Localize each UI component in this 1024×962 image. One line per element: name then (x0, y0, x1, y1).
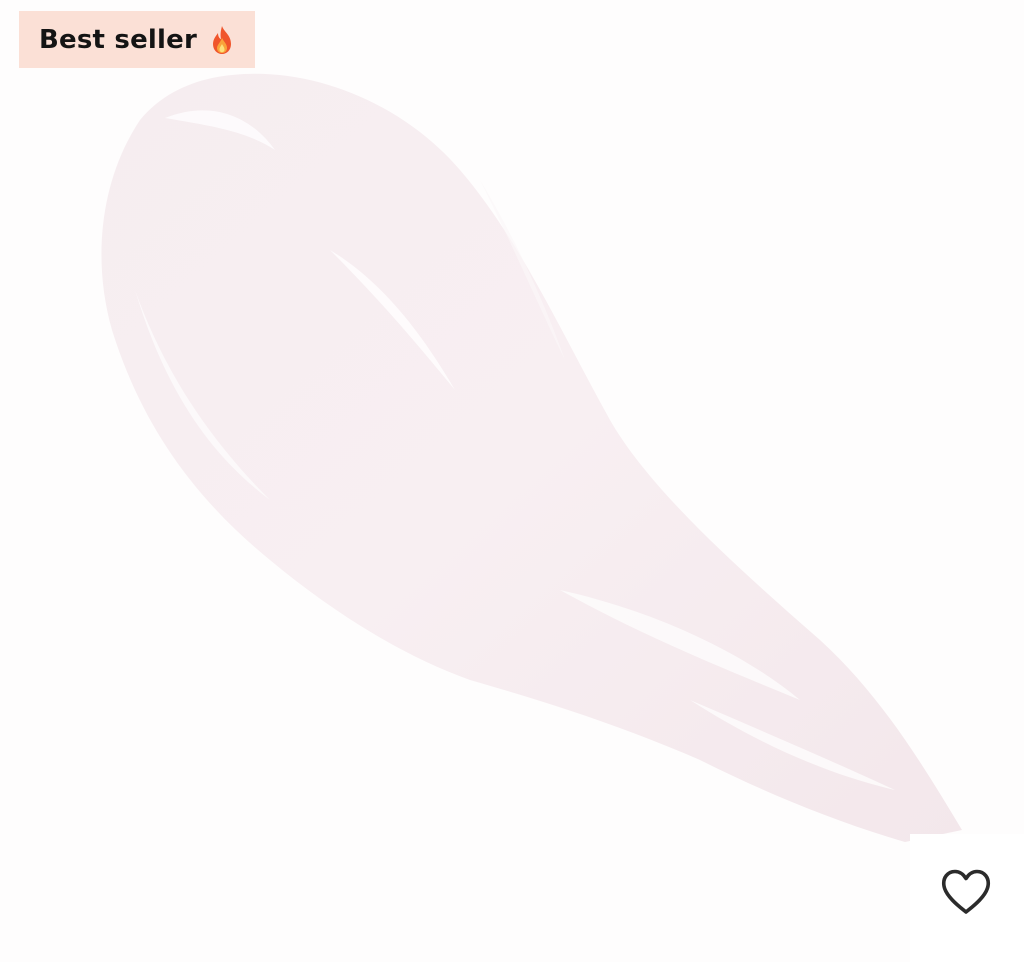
fire-icon (209, 25, 235, 55)
badge-label: Best seller (39, 24, 197, 55)
heart-outline-icon (941, 869, 991, 914)
wishlist-button[interactable] (934, 860, 998, 924)
best-seller-badge: Best seller (19, 11, 255, 68)
product-card[interactable]: Best seller (0, 0, 1024, 962)
lip-gloss-swatch-image (101, 73, 962, 843)
